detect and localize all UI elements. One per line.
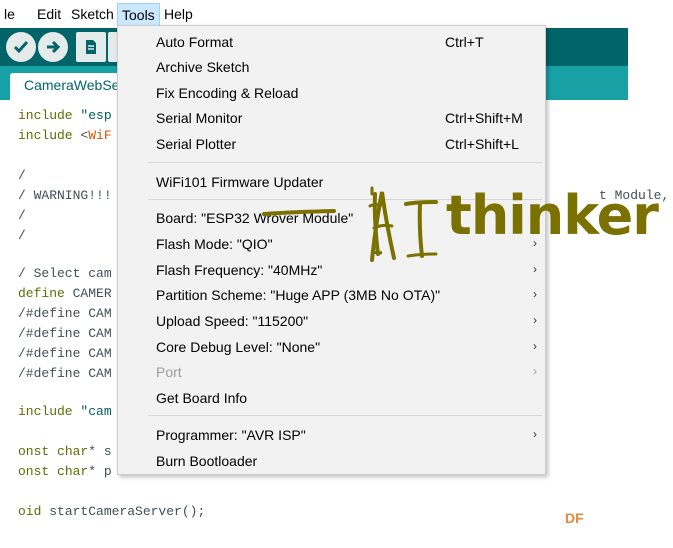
ai-letters-icon [370, 191, 438, 262]
upload-button[interactable] [38, 32, 68, 62]
code-line: include <WiF [18, 128, 112, 143]
code-line: oid startCameraServer(); [18, 504, 206, 519]
menu-file[interactable]: le [4, 5, 15, 23]
menu-edit[interactable]: Edit [37, 5, 61, 23]
arrow-right-icon [47, 40, 61, 54]
chevron-right-icon: › [533, 287, 537, 301]
menu-item-serial-plotter[interactable]: Serial Plotter Ctrl+Shift+L [118, 133, 545, 157]
code-line: /#define CAM [18, 326, 112, 341]
code-line: / [18, 168, 26, 183]
menu-sketch[interactable]: Sketch [71, 5, 114, 23]
menu-tools[interactable]: Tools [117, 3, 160, 27]
menu-separator [148, 415, 542, 416]
code-line: /#define CAM [18, 366, 112, 381]
menu-item-archive-sketch[interactable]: Archive Sketch [118, 56, 545, 80]
chevron-right-icon: › [533, 313, 537, 327]
menu-item-auto-format[interactable]: Auto Format Ctrl+T [118, 31, 545, 55]
tab-camerawebserver[interactable]: CameraWebSe [10, 73, 134, 100]
verify-button[interactable] [6, 32, 36, 62]
menu-item-fix-encoding[interactable]: Fix Encoding & Reload [118, 82, 545, 106]
code-line: / WARNING!!! [18, 188, 112, 203]
menu-item-upload-speed[interactable]: Upload Speed: "115200" › [118, 310, 545, 334]
chevron-right-icon: › [533, 339, 537, 353]
menu-item-serial-monitor[interactable]: Serial Monitor Ctrl+Shift+M [118, 107, 545, 131]
menu-item-get-board-info[interactable]: Get Board Info [118, 387, 545, 411]
code-line: /#define CAM [18, 306, 112, 321]
menu-item-partition-scheme[interactable]: Partition Scheme: "Huge APP (3MB No OTA)… [118, 284, 545, 308]
menu-item-burn-bootloader[interactable]: Burn Bootloader [118, 450, 545, 474]
code-line: onst char* s [18, 444, 112, 459]
menu-bar: le Edit Sketch Tools Help [0, 0, 673, 28]
chevron-right-icon: › [533, 364, 537, 378]
menu-separator [148, 162, 542, 163]
code-line: define CAMER [18, 286, 112, 301]
code-line: / [18, 228, 26, 243]
chevron-right-icon: › [533, 262, 537, 276]
code-line: / Select cam [18, 266, 112, 281]
watermark-df: DF [565, 510, 584, 526]
code-line: onst char* p [18, 464, 112, 479]
menu-help[interactable]: Help [164, 5, 193, 23]
menu-item-port: Port › [156, 364, 537, 380]
chevron-right-icon: › [533, 427, 537, 441]
code-line: / [18, 208, 26, 223]
code-line: include "esp [18, 108, 112, 123]
watermark-brand: thinker [446, 184, 659, 247]
menu-item-flash-frequency[interactable]: Flash Frequency: "40MHz" › [118, 259, 545, 283]
menu-item-programmer[interactable]: Programmer: "AVR ISP" › [118, 424, 545, 448]
new-button[interactable] [76, 32, 106, 62]
menu-item-core-debug-level[interactable]: Core Debug Level: "None" › [118, 336, 545, 360]
code-line: /#define CAM [18, 346, 112, 361]
code-line: include "cam [18, 404, 112, 419]
checkmark-icon [13, 41, 29, 54]
new-file-icon [86, 40, 96, 54]
